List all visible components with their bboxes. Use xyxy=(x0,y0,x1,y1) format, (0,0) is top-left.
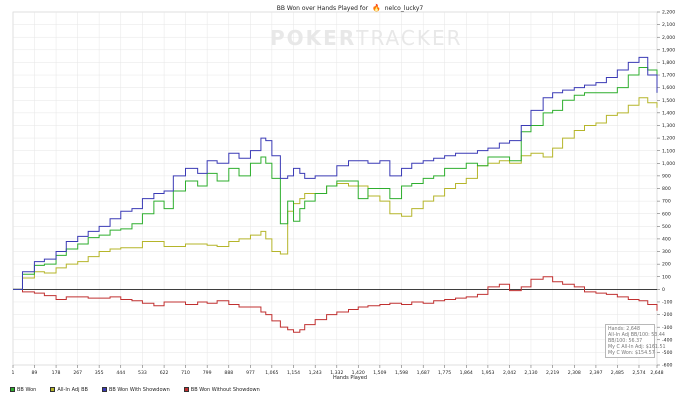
y-tick-label: 1,700 xyxy=(662,73,675,79)
legend-item-bb-won[interactable]: BB Won xyxy=(10,387,36,393)
y-tick-label: 0 xyxy=(662,287,665,293)
legend-bb-won-swatch xyxy=(10,387,15,392)
legend-label: BB Won Without Showdown xyxy=(190,386,260,393)
y-tick-label: -300 xyxy=(662,325,673,331)
y-tick-label: -500 xyxy=(662,350,673,356)
y-tick-label: -200 xyxy=(662,312,673,318)
y-tick-label: 1,100 xyxy=(662,148,675,154)
y-tick-label: -100 xyxy=(662,300,673,306)
legend-item-allin[interactable]: All-In Adj BB xyxy=(50,387,88,393)
y-tick-label: 200 xyxy=(662,262,671,268)
line-chart: -600 -500 -400 -300 -200 -100 0 100 200 300 400 500… xyxy=(12,10,676,376)
y-tick-label: 800 xyxy=(662,186,671,192)
y-tick-label: -400 xyxy=(662,337,673,343)
stats-won: My C Won: $154.57 xyxy=(608,351,655,356)
chart-legend: BB Won All-In Adj BB BB Won With Showdow… xyxy=(10,385,260,394)
y-tick-label: 1,200 xyxy=(662,136,675,142)
legend-label: BB Won xyxy=(17,386,37,393)
y-tick-label: 700 xyxy=(662,199,671,205)
legend-showdown-swatch xyxy=(101,387,107,392)
chart-window: BB Won over Hands Played for 🔥 nelco_luc… xyxy=(0,0,700,403)
series-bb-won xyxy=(13,66,658,290)
legend-label: All-In Adj BB xyxy=(57,386,88,393)
grid-layer xyxy=(12,11,658,366)
y-tick-label: 1,400 xyxy=(662,110,675,116)
y-tick-label: 1,900 xyxy=(662,47,675,53)
y-tick-label: 400 xyxy=(662,237,671,243)
y-tick-label: 2,000 xyxy=(662,35,675,41)
y-tick-label: 500 xyxy=(662,224,671,230)
series-layer xyxy=(13,56,658,333)
legend-item-showdown[interactable]: BB Won With Showdown xyxy=(101,386,170,393)
y-tick-label: 2,100 xyxy=(662,22,675,28)
series-non-showdown xyxy=(13,276,658,333)
legend-allin-swatch xyxy=(50,387,56,392)
y-tick-label: 100 xyxy=(662,274,671,280)
y-tick-label: 1,000 xyxy=(662,161,675,167)
series-allin-adj xyxy=(13,97,658,290)
axis-layer: -600 -500 -400 -300 -200 -100 0 100 200 300 400 500… xyxy=(12,10,676,376)
y-tick-label: 1,500 xyxy=(662,98,675,104)
y-tick-label: 1,800 xyxy=(662,60,675,66)
x-axis-title: Hands Played xyxy=(332,375,368,381)
stats-box: Hands: 2,648 All-In Adj BB/100: 53.44 BB… xyxy=(605,324,666,358)
y-tick-label: 1,600 xyxy=(662,85,675,91)
y-tick-label: 900 xyxy=(662,173,671,179)
y-tick-label: 2,200 xyxy=(662,10,675,16)
y-tick-label: 300 xyxy=(662,249,671,255)
y-tick-label: -600 xyxy=(662,363,673,369)
y-tick-label: 600 xyxy=(662,211,671,217)
legend-non-showdown-swatch xyxy=(183,387,189,392)
series-showdown xyxy=(13,56,658,290)
legend-item-non-showdown[interactable]: BB Won Without Showdown xyxy=(183,386,260,393)
legend-label: BB Won With Showdown xyxy=(108,386,170,393)
y-tick-label: 1,300 xyxy=(662,123,675,129)
